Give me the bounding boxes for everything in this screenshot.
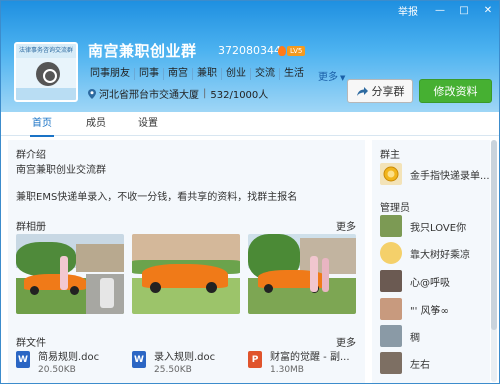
group-name: 南宫兼职创业群: [88, 42, 197, 60]
avatar-banner: 法律事务咨询交流群: [16, 44, 76, 58]
group-id: 372080344: [218, 44, 281, 57]
intro-title: 群介绍: [16, 150, 46, 161]
admin-item[interactable]: 稠: [380, 325, 420, 347]
file-name: 简易规则.doc: [38, 352, 100, 363]
medal-icon: [383, 166, 399, 182]
tab-bar: 首页 成员 设置: [0, 112, 500, 137]
file-size: 25.50KB: [154, 365, 192, 375]
scrollbar-thumb[interactable]: [491, 140, 497, 330]
group-tag[interactable]: 同事: [135, 68, 164, 80]
member-name: "' 风筝∞: [410, 305, 449, 317]
album-photo[interactable]: [248, 234, 356, 314]
album-photo[interactable]: [16, 234, 124, 314]
file-size: 20.50KB: [38, 365, 76, 375]
tags-more-label: 更多: [318, 72, 338, 83]
file-item[interactable]: W 简易规则.doc 20.50KB: [16, 348, 99, 375]
group-avatar[interactable]: 法律事务咨询交流群: [14, 42, 78, 102]
avatar: [380, 163, 402, 185]
share-group-label: 分享群: [371, 85, 405, 98]
group-tag[interactable]: 兼职: [193, 68, 222, 80]
admin-item[interactable]: 我只LOVE你: [380, 215, 466, 237]
avatar: [380, 270, 402, 292]
tags-more-button[interactable]: 更多 ▼: [318, 68, 345, 83]
tab-members[interactable]: 成员: [84, 112, 108, 136]
avatar: [380, 325, 402, 347]
group-location: 河北省邢台市交通大厦 | 532/1000人: [88, 86, 268, 101]
member-name: 我只LOVE你: [410, 222, 467, 234]
avatar: [380, 352, 402, 374]
location-text: 河北省邢台市交通大厦: [99, 90, 199, 101]
intro-line: 南宫兼职创业交流群: [16, 165, 106, 176]
admin-item[interactable]: 左右: [380, 352, 430, 374]
share-icon: [356, 86, 368, 96]
avatar: [380, 298, 402, 320]
camera-icon[interactable]: [36, 62, 60, 86]
file-size: 1.30MB: [270, 365, 304, 375]
files-title: 群文件: [16, 338, 46, 349]
group-tag[interactable]: 同事朋友: [86, 68, 135, 80]
admins-title: 管理员: [380, 203, 410, 214]
level-badge: LV5: [287, 46, 306, 56]
tab-settings[interactable]: 设置: [136, 112, 160, 136]
location-pin-icon: [88, 88, 96, 99]
powerpoint-icon: P: [248, 351, 262, 368]
maximize-button[interactable]: □: [456, 4, 472, 18]
owner-item[interactable]: 金手指快递录单...: [380, 163, 490, 185]
share-group-button[interactable]: 分享群: [347, 79, 413, 103]
report-link[interactable]: 举报: [398, 3, 418, 18]
word-doc-icon: W: [16, 351, 30, 368]
owner-title: 群主: [380, 150, 400, 161]
group-tag[interactable]: 南宫: [164, 68, 193, 80]
intro-line: 兼职EMS快递单录入，不收一分钱，看共享的资料，找群主报名: [16, 192, 298, 203]
member-name: 稠: [410, 332, 420, 344]
close-button[interactable]: ✕: [480, 4, 496, 18]
group-tag[interactable]: 生活: [280, 68, 308, 80]
member-name: 心@呼吸: [410, 277, 450, 289]
word-doc-icon: W: [132, 351, 146, 368]
tab-home[interactable]: 首页: [30, 112, 54, 137]
edit-profile-button[interactable]: 修改资料: [419, 79, 492, 103]
file-item[interactable]: W 录入规则.doc 25.50KB: [132, 348, 215, 375]
file-name: 财富的觉醒 - 副...: [270, 352, 350, 363]
album-title: 群相册: [16, 222, 46, 233]
album-photo[interactable]: [132, 234, 240, 314]
window-controls: 举报 — □ ✕: [398, 3, 496, 18]
admin-item[interactable]: "' 风筝∞: [380, 298, 449, 320]
caret-down-icon: ▼: [340, 74, 346, 82]
admin-item[interactable]: 心@呼吸: [380, 270, 450, 292]
member-name: 金手指快递录单...: [410, 170, 490, 182]
album-more-link[interactable]: 更多: [336, 218, 356, 233]
group-tag[interactable]: 创业: [222, 68, 251, 80]
member-name: 靠大树好乘凉: [410, 249, 470, 261]
minimize-button[interactable]: —: [432, 4, 448, 18]
member-name: 左右: [410, 359, 430, 371]
file-item[interactable]: P 财富的觉醒 - 副... 1.30MB: [248, 348, 350, 375]
flame-icon: [278, 46, 286, 56]
file-name: 录入规则.doc: [154, 352, 216, 363]
avatar: [380, 242, 402, 264]
vertical-scrollbar[interactable]: [491, 140, 497, 382]
files-more-link[interactable]: 更多: [336, 334, 356, 349]
admin-item[interactable]: 靠大树好乘凉: [380, 242, 470, 264]
avatar: [380, 215, 402, 237]
group-tag[interactable]: 交流: [251, 68, 280, 80]
member-count: 532/1000人: [210, 90, 269, 101]
group-tags: 同事朋友 同事 南宫 兼职 创业 交流 生活: [86, 68, 308, 80]
